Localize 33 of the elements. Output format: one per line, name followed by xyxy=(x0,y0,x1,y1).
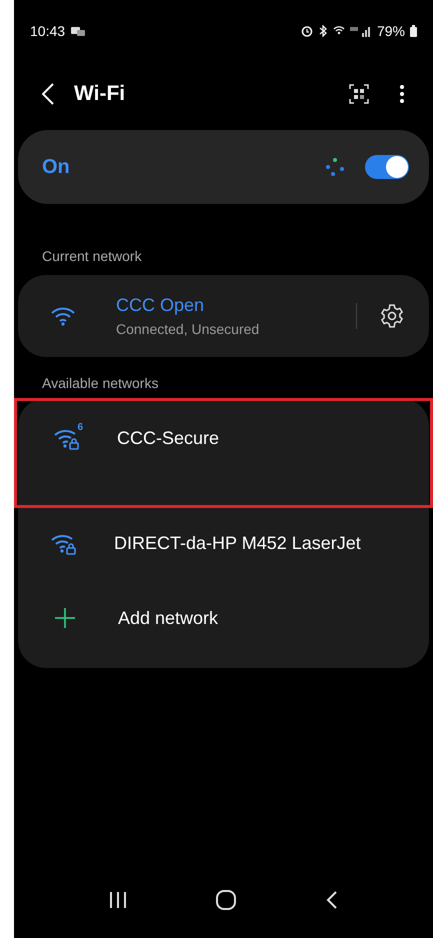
wifi-icon xyxy=(50,306,76,326)
scanning-icon xyxy=(325,157,345,177)
switch-label: On xyxy=(42,155,70,180)
back-nav-button[interactable] xyxy=(325,890,340,910)
wifi-icon xyxy=(332,25,345,37)
notification-icon xyxy=(71,26,86,36)
recent-apps-button[interactable] xyxy=(108,890,128,910)
settings-button[interactable] xyxy=(379,303,405,329)
network-name: DIRECT-da-HP M452 LaserJet xyxy=(114,532,361,554)
clock-time: 10:43 xyxy=(30,22,66,40)
section-heading: Available networks xyxy=(41,374,160,393)
toggle-switch[interactable] xyxy=(365,155,409,179)
current-network-card[interactable]: CCC Open Connected, Unsecured xyxy=(18,275,429,357)
qr-scan-button[interactable] xyxy=(349,84,369,104)
wifi-standard-label: 6 xyxy=(77,421,83,435)
section-heading: Current network xyxy=(41,247,143,266)
battery-icon xyxy=(410,25,417,37)
bluetooth-icon xyxy=(318,25,328,37)
network-name: CCC-Secure xyxy=(117,426,220,450)
network-status: Connected, Unsecured xyxy=(116,320,260,339)
plus-icon xyxy=(54,607,76,629)
network-row[interactable]: DIRECT-da-HP M452 LaserJet xyxy=(18,508,429,578)
page-title: Wi-Fi xyxy=(74,81,126,108)
alarm-icon xyxy=(300,25,313,37)
back-button[interactable] xyxy=(42,82,56,106)
network-name: CCC Open xyxy=(116,294,206,317)
network-row[interactable]: 6 CCC-Secure xyxy=(14,398,433,508)
add-network-button[interactable]: Add network xyxy=(118,604,218,632)
wifi-switch-card[interactable]: On xyxy=(18,130,429,204)
more-options-button[interactable] xyxy=(399,84,405,104)
home-button[interactable] xyxy=(215,889,238,911)
signal-icon xyxy=(350,25,372,37)
battery-percent: 79% xyxy=(376,22,405,40)
